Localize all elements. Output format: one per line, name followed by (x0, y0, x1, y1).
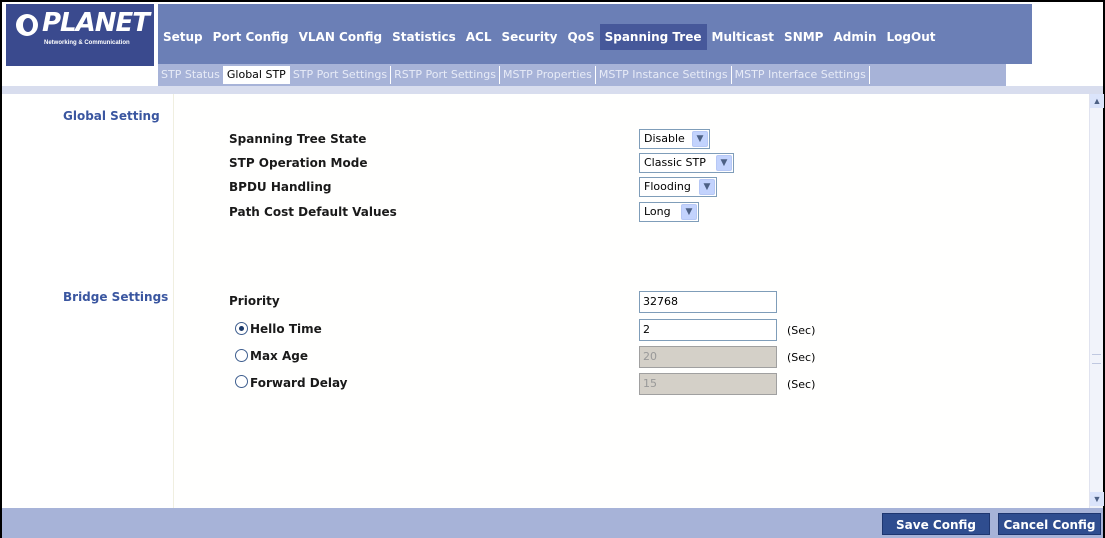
tab-stp-port-settings[interactable]: STP Port Settings (290, 66, 392, 84)
scrollbar-grip[interactable] (1092, 354, 1101, 364)
spanning-tree-state-label: Spanning Tree State (229, 132, 367, 146)
tab-rstp-port-settings[interactable]: RSTP Port Settings (391, 66, 500, 84)
hello-time-radio[interactable] (235, 322, 248, 335)
max-age-unit: (Sec) (787, 351, 816, 364)
nav-snmp[interactable]: SNMP (779, 24, 828, 50)
planet-logo: PLANET Networking & Communication (6, 4, 154, 66)
chevron-down-icon[interactable]: ▼ (699, 179, 715, 195)
nav-admin[interactable]: Admin (828, 24, 881, 50)
priority-input[interactable]: 32768 (639, 291, 777, 313)
logo-text: PLANET (42, 8, 150, 38)
bpdu-handling-label: BPDU Handling (229, 180, 332, 194)
stp-operation-mode-value: Classic STP (644, 156, 706, 169)
tab-mstp-instance-settings[interactable]: MSTP Instance Settings (596, 66, 732, 84)
tab-mstp-interface-settings[interactable]: MSTP Interface Settings (732, 66, 870, 84)
bpdu-handling-select[interactable]: Flooding ▼ (639, 177, 717, 197)
path-cost-default-value: Long (644, 205, 671, 218)
bridge-settings-heading: Bridge Settings (63, 290, 169, 304)
nav-spanning-tree[interactable]: Spanning Tree (599, 24, 707, 50)
scroll-down-icon[interactable]: ▼ (1090, 492, 1104, 506)
hello-time-input[interactable]: 2 (639, 319, 777, 341)
max-age-input[interactable]: 20 (639, 346, 777, 368)
chevron-down-icon[interactable]: ▼ (681, 204, 697, 220)
priority-label: Priority (229, 294, 280, 308)
main-nav: Setup Port Config VLAN Config Statistics… (158, 4, 1032, 64)
cancel-config-button[interactable]: Cancel Config (998, 513, 1101, 535)
nav-logout[interactable]: LogOut (882, 24, 941, 50)
header: PLANET Networking & Communication Setup … (2, 2, 1103, 86)
stp-operation-mode-label: STP Operation Mode (229, 156, 368, 170)
section-column: Global Setting Bridge Settings (2, 94, 174, 508)
sub-nav: STP Status Global STP STP Port Settings … (158, 64, 1006, 86)
forward-delay-label: Forward Delay (250, 376, 348, 390)
nav-setup[interactable]: Setup (158, 24, 208, 50)
nav-statistics[interactable]: Statistics (387, 24, 461, 50)
tab-stp-status[interactable]: STP Status (158, 66, 224, 84)
spanning-tree-state-select[interactable]: Disable ▼ (639, 129, 710, 149)
nav-qos[interactable]: QoS (563, 24, 600, 50)
forward-delay-unit: (Sec) (787, 378, 816, 391)
nav-security[interactable]: Security (496, 24, 562, 50)
app-frame: PLANET Networking & Communication Setup … (0, 0, 1105, 538)
nav-multicast[interactable]: Multicast (707, 24, 780, 50)
global-setting-heading: Global Setting (63, 109, 160, 123)
save-config-button[interactable]: Save Config (882, 513, 990, 535)
forward-delay-radio[interactable] (235, 375, 248, 388)
tab-mstp-properties[interactable]: MSTP Properties (500, 66, 596, 84)
forward-delay-input[interactable]: 15 (639, 373, 777, 395)
chevron-down-icon[interactable]: ▼ (692, 131, 708, 147)
bpdu-handling-value: Flooding (644, 180, 691, 193)
max-age-label: Max Age (250, 349, 308, 363)
logo-subtext: Networking & Communication (44, 40, 130, 46)
path-cost-default-label: Path Cost Default Values (229, 205, 397, 219)
nav-port-config[interactable]: Port Config (208, 24, 294, 50)
path-cost-default-select[interactable]: Long ▼ (639, 202, 699, 222)
nav-vlan-config[interactable]: VLAN Config (294, 24, 388, 50)
max-age-radio[interactable] (235, 349, 248, 362)
settings-panel: Spanning Tree State Disable ▼ STP Operat… (175, 94, 1089, 508)
chevron-down-icon[interactable]: ▼ (716, 155, 732, 171)
hello-time-unit: (Sec) (787, 324, 816, 337)
logo-mark-icon (16, 14, 38, 36)
scroll-up-icon[interactable]: ▲ (1090, 94, 1104, 108)
vertical-scrollbar[interactable]: ▲ ▼ (1089, 94, 1104, 508)
tab-global-stp[interactable]: Global STP (223, 66, 290, 84)
spanning-tree-state-value: Disable (644, 132, 685, 145)
stp-operation-mode-select[interactable]: Classic STP ▼ (639, 153, 734, 173)
nav-acl[interactable]: ACL (461, 24, 497, 50)
footer-bar: Save Config Cancel Config (2, 508, 1103, 538)
hello-time-label: Hello Time (250, 322, 322, 336)
header-divider (2, 86, 1103, 94)
